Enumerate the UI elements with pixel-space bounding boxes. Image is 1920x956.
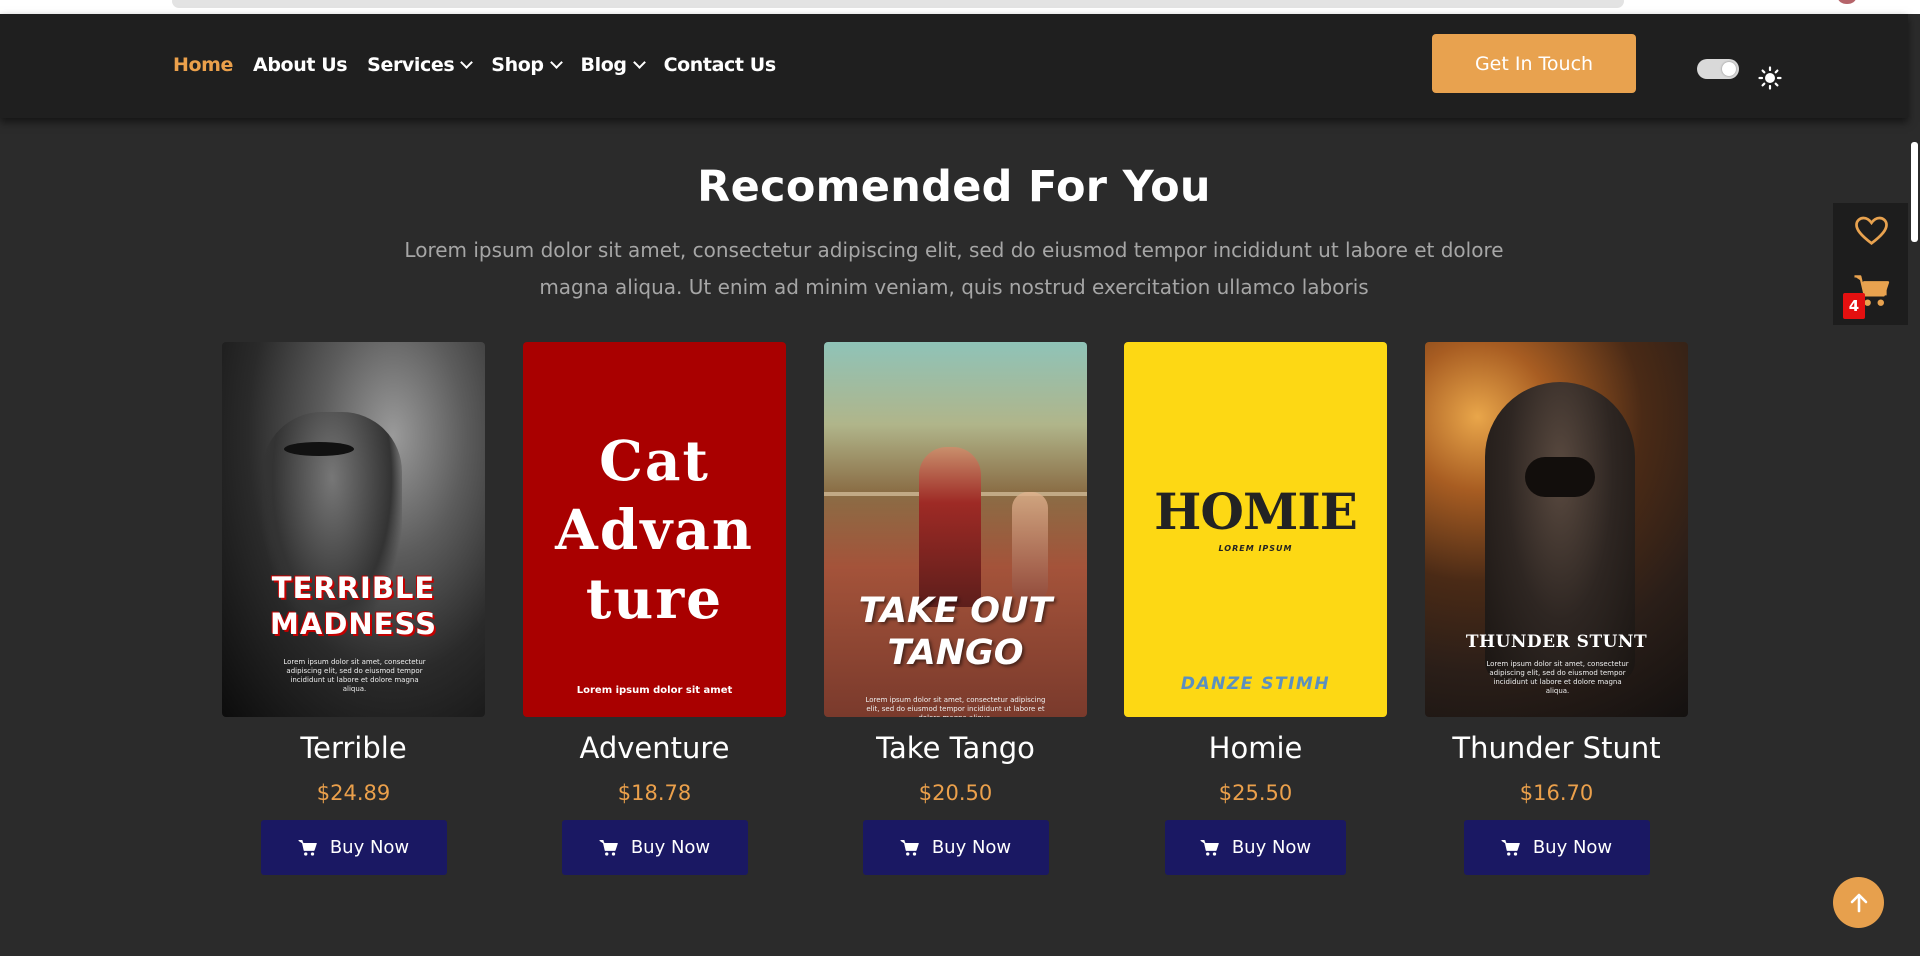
- buy-now-button[interactable]: Buy Now: [862, 820, 1049, 875]
- cover-title: THUNDER STUNT: [1465, 632, 1648, 652]
- cover-title: TAKE OUT TANGO: [824, 590, 1087, 674]
- runner-figure: [919, 447, 981, 607]
- chevron-down-icon: [632, 56, 646, 69]
- eye-shape: [284, 442, 354, 456]
- floating-side-panel: 4: [1833, 203, 1908, 325]
- nav-item-label: Blog: [580, 54, 627, 76]
- cart-icon: [1501, 839, 1520, 856]
- cover-title: TERRIBLE MADNESS: [222, 570, 485, 642]
- cover-line: Advan: [555, 497, 754, 562]
- cover-fine-print: Lorem ipsum dolor sit amet: [576, 685, 733, 696]
- cover-line: MADNESS: [270, 607, 437, 641]
- chevron-down-icon: [549, 56, 563, 69]
- product-card: TERRIBLE MADNESS Lorem ipsum dolor sit a…: [222, 342, 485, 875]
- theme-toggle[interactable]: [1697, 59, 1739, 79]
- nav-item-services[interactable]: Services: [367, 54, 474, 76]
- cover-author: DANZE STIMH: [1180, 674, 1331, 694]
- buy-now-button[interactable]: Buy Now: [260, 820, 447, 875]
- buy-now-label: Buy Now: [630, 837, 711, 858]
- product-card: TAKE OUT TANGO Lorem ipsum dolor sit ame…: [824, 342, 1087, 875]
- product-title: Homie: [1208, 731, 1303, 765]
- heart-icon[interactable]: [1855, 216, 1888, 246]
- nav-item-shop[interactable]: Shop: [491, 54, 563, 76]
- nav-item-label: Contact Us: [663, 54, 777, 76]
- cart-icon: [298, 839, 317, 856]
- hood-face-shadow: [1525, 457, 1595, 497]
- product-title: Terrible: [300, 731, 407, 765]
- get-in-touch-button[interactable]: Get In Touch: [1432, 34, 1636, 93]
- section-description: Lorem ipsum dolor sit amet, consectetur …: [404, 238, 1504, 299]
- nav-item-blog[interactable]: Blog: [580, 54, 646, 76]
- product-card: Cat Advan ture Lorem ipsum dolor sit ame…: [523, 342, 786, 875]
- buy-now-label: Buy Now: [1231, 837, 1312, 858]
- product-card: HOMIE LOREM IPSUM DANZE STIMH Homie $25.…: [1124, 342, 1387, 875]
- cover-line: TANGO: [887, 633, 1024, 673]
- cover-title: HOMIE: [1154, 482, 1358, 541]
- cover-fine-print: Lorem ipsum dolor sit amet, consectetur …: [283, 658, 426, 693]
- product-title: Thunder Stunt: [1452, 731, 1661, 765]
- product-price: $20.50: [918, 781, 993, 805]
- product-price: $16.70: [1519, 781, 1594, 805]
- nav-item-label: Services: [367, 54, 455, 76]
- nav-item-home[interactable]: Home: [173, 54, 233, 76]
- cart-count-badge: 4: [1843, 293, 1865, 319]
- nav-item-label: Home: [173, 54, 234, 76]
- book-cover-terrible[interactable]: TERRIBLE MADNESS Lorem ipsum dolor sit a…: [222, 342, 485, 717]
- cover-line: TERRIBLE: [271, 571, 436, 605]
- browser-strip: [0, 0, 1920, 14]
- scrollbar-thumb[interactable]: [1911, 142, 1918, 242]
- product-price: $18.78: [617, 781, 692, 805]
- site-header: Home About Us Services Shop Blog Contact…: [0, 14, 1908, 118]
- cover-line: ture: [585, 566, 724, 631]
- buy-now-label: Buy Now: [931, 837, 1012, 858]
- section-title: Recomended For You: [697, 162, 1211, 212]
- toggle-knob: [1722, 62, 1736, 76]
- product-price: $24.89: [316, 781, 391, 805]
- cover-line: Cat: [599, 428, 710, 493]
- product-card: THUNDER STUNT Lorem ipsum dolor sit amet…: [1425, 342, 1688, 875]
- scroll-to-top-button[interactable]: [1833, 877, 1884, 928]
- cover-subtitle: LOREM IPSUM: [1218, 544, 1293, 553]
- cover-title: Cat Advan ture: [523, 426, 786, 633]
- book-cover-take-tango[interactable]: TAKE OUT TANGO Lorem ipsum dolor sit ame…: [824, 342, 1087, 717]
- cover-fine-print: Lorem ipsum dolor sit amet, consectetur …: [1486, 660, 1629, 695]
- runner-figure: [1012, 492, 1048, 602]
- cart-icon: [900, 839, 919, 856]
- product-title: Adventure: [579, 731, 730, 765]
- browser-address-bar[interactable]: [172, 0, 1624, 8]
- buy-now-label: Buy Now: [329, 837, 410, 858]
- book-cover-adventure[interactable]: Cat Advan ture Lorem ipsum dolor sit ame…: [523, 342, 786, 717]
- cart-icon: [1200, 839, 1219, 856]
- browser-avatar[interactable]: [1838, 0, 1856, 4]
- cart-icon: [599, 839, 618, 856]
- book-cover-thunder-stunt[interactable]: THUNDER STUNT Lorem ipsum dolor sit amet…: [1425, 342, 1688, 717]
- buy-now-label: Buy Now: [1532, 837, 1613, 858]
- book-cover-homie[interactable]: HOMIE LOREM IPSUM DANZE STIMH: [1124, 342, 1387, 717]
- nav-item-label: Shop: [491, 54, 544, 76]
- product-title: Take Tango: [876, 731, 1035, 765]
- sun-icon[interactable]: [1758, 66, 1782, 90]
- arrow-up-icon: [1850, 893, 1867, 912]
- main-nav: Home About Us Services Shop Blog Contact…: [173, 54, 776, 76]
- chevron-down-icon: [460, 56, 474, 69]
- cover-fine-print: Lorem ipsum dolor sit amet, consectetur …: [865, 696, 1046, 717]
- buy-now-button[interactable]: Buy Now: [561, 820, 748, 875]
- buy-now-button[interactable]: Buy Now: [1165, 820, 1346, 875]
- nav-item-label: About Us: [253, 54, 348, 76]
- buy-now-button[interactable]: Buy Now: [1463, 820, 1650, 875]
- product-price: $25.50: [1218, 781, 1293, 805]
- nav-item-contact-us[interactable]: Contact Us: [663, 54, 777, 76]
- nav-item-about-us[interactable]: About Us: [253, 54, 348, 76]
- cover-line: TAKE OUT: [858, 591, 1053, 631]
